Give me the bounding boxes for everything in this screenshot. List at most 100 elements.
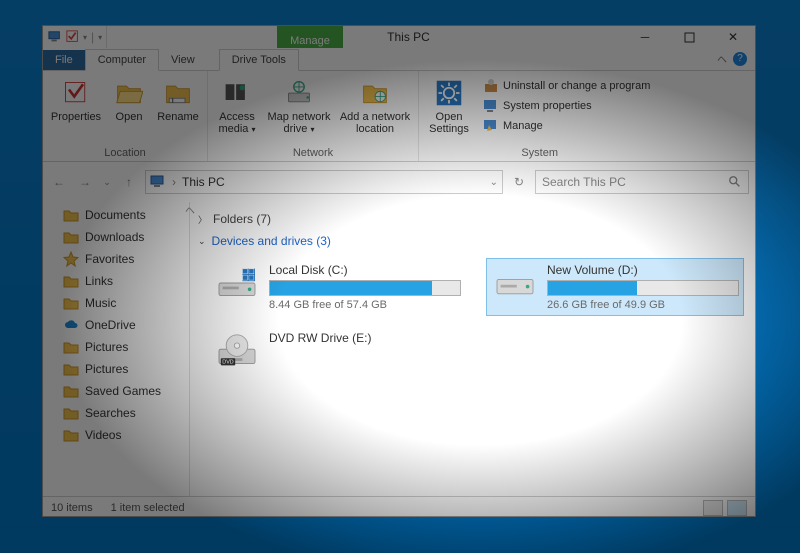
- folder-icon: [63, 361, 79, 377]
- nav-item[interactable]: Pictures: [43, 358, 189, 380]
- tab-drive-tools[interactable]: Drive Tools: [219, 49, 299, 71]
- tab-file[interactable]: File: [43, 50, 85, 70]
- map-drive-button[interactable]: Map network drive ▾: [266, 75, 332, 147]
- refresh-button[interactable]: ↻: [509, 172, 529, 192]
- nav-item[interactable]: Pictures: [43, 336, 189, 358]
- collapse-ribbon-icon[interactable]: ヘ: [717, 51, 727, 66]
- ribbon: Properties Open Rename Location: [43, 71, 755, 162]
- drive-icon: DVD: [213, 331, 261, 371]
- nav-item-label: Favorites: [85, 252, 134, 266]
- status-selected: 1 item selected: [111, 502, 185, 514]
- address-path: This PC: [182, 175, 225, 189]
- help-icon[interactable]: ?: [733, 52, 747, 66]
- media-icon: [221, 77, 253, 109]
- sysprops-label: System properties: [503, 100, 592, 112]
- properties-button[interactable]: Properties: [49, 75, 103, 147]
- star-icon: [63, 251, 79, 267]
- map-drive-label: Map network drive ▾: [266, 111, 332, 135]
- manage-button[interactable]: Manage: [479, 117, 654, 135]
- properties-check-icon[interactable]: [65, 29, 81, 45]
- drive-item[interactable]: DVD DVD RW Drive (E:): [208, 326, 466, 376]
- sysprops-icon: [483, 98, 499, 114]
- open-settings-button[interactable]: Open Settings: [425, 75, 473, 147]
- rename-button[interactable]: Rename: [155, 75, 201, 147]
- contextual-tab-manage: Manage: [277, 26, 343, 49]
- uninstall-button[interactable]: Uninstall or change a program: [479, 77, 654, 95]
- manage-icon: [483, 118, 499, 134]
- nav-up-button[interactable]: ↑: [119, 172, 139, 192]
- quick-access-toolbar: ▾ | ▾: [43, 26, 107, 48]
- folders-section-header[interactable]: 〉 Folders (7): [198, 208, 747, 230]
- status-bar: 10 items 1 item selected: [43, 496, 755, 519]
- capacity-bar: [269, 280, 461, 296]
- add-location-icon: [359, 77, 391, 109]
- nav-back-button[interactable]: ←: [49, 172, 69, 192]
- uninstall-label: Uninstall or change a program: [503, 80, 650, 92]
- drive-name: New Volume (D:): [547, 263, 739, 277]
- open-settings-label: Open Settings: [425, 111, 473, 135]
- devices-section-header[interactable]: ⌄ Devices and drives (3): [198, 230, 747, 252]
- qat-dropdown-icon[interactable]: ▾: [83, 33, 87, 42]
- search-placeholder: Search This PC: [542, 175, 626, 189]
- folder-icon: [63, 339, 79, 355]
- navigation-pane[interactable]: Documents Downloads Favorites LinksMusic One…: [43, 202, 190, 496]
- nav-forward-button[interactable]: →: [75, 172, 95, 192]
- content-pane: ヘ 〉 Folders (7) ⌄ Devices and drives (3)…: [190, 202, 755, 496]
- view-details-button[interactable]: [703, 500, 723, 516]
- drive-icon: [491, 263, 539, 303]
- system-properties-button[interactable]: System properties: [479, 97, 654, 115]
- tab-computer[interactable]: Computer: [85, 49, 159, 71]
- properties-label: Properties: [51, 111, 101, 123]
- nav-item[interactable]: OneDrive: [43, 314, 189, 336]
- nav-item[interactable]: Searches: [43, 402, 189, 424]
- title-bar: ▾ | ▾ Manage This PC ─ ✕: [43, 26, 755, 48]
- tab-view[interactable]: View: [159, 50, 207, 70]
- rename-label: Rename: [157, 111, 199, 123]
- minimize-button[interactable]: ─: [623, 26, 667, 48]
- drive-item[interactable]: Local Disk (C:) 8.44 GB free of 57.4 GB: [208, 258, 466, 316]
- add-location-label: Add a network location: [338, 111, 412, 135]
- nav-item[interactable]: Links: [43, 270, 189, 292]
- folder-icon: [63, 207, 79, 223]
- drive-item[interactable]: New Volume (D:)26.6 GB free of 49.9 GB: [486, 258, 744, 316]
- search-box[interactable]: Search This PC: [535, 170, 749, 194]
- chevron-down-icon: ⌄: [198, 236, 206, 247]
- folder-icon: [63, 427, 79, 443]
- drive-name: Local Disk (C:): [269, 263, 461, 277]
- nav-item[interactable]: Downloads: [43, 226, 189, 248]
- open-label: Open: [116, 111, 143, 123]
- drive-free-space: 8.44 GB free of 57.4 GB: [269, 299, 461, 311]
- rename-icon: [162, 77, 194, 109]
- nav-item[interactable]: Favorites: [43, 248, 189, 270]
- nav-item[interactable]: Documents: [43, 204, 189, 226]
- nav-pane-scroll-up-icon[interactable]: ヘ: [185, 202, 195, 217]
- address-bar[interactable]: › This PC ⌄: [145, 170, 503, 194]
- chevron-right-icon: 〉: [198, 213, 207, 226]
- nav-item[interactable]: Music: [43, 292, 189, 314]
- uninstall-icon: [483, 78, 499, 94]
- nav-item[interactable]: Saved Games: [43, 380, 189, 402]
- add-network-location-button[interactable]: Add a network location: [338, 75, 412, 147]
- manage-label: Manage: [503, 120, 543, 132]
- open-button[interactable]: Open: [109, 75, 149, 147]
- folder-icon: [63, 295, 79, 311]
- drive-name: DVD RW Drive (E:): [269, 331, 461, 345]
- nav-item-label: OneDrive: [85, 318, 136, 332]
- access-media-button[interactable]: Access media ▾: [214, 75, 260, 147]
- ribbon-group-system: Open Settings Uninstall or change a prog…: [419, 71, 660, 161]
- map-drive-icon: [283, 77, 315, 109]
- explorer-window: ▾ | ▾ Manage This PC ─ ✕ File Computer V…: [42, 25, 756, 517]
- qat-customize-icon[interactable]: ▾: [98, 33, 102, 42]
- folder-icon: [63, 229, 79, 245]
- nav-item-label: Downloads: [85, 230, 144, 244]
- nav-item[interactable]: Videos: [43, 424, 189, 446]
- access-media-label: Access media ▾: [214, 111, 260, 135]
- nav-item-label: Pictures: [85, 340, 128, 354]
- maximize-button[interactable]: [667, 26, 711, 48]
- view-tiles-button[interactable]: [727, 500, 747, 516]
- address-dropdown-icon[interactable]: ⌄: [490, 177, 498, 188]
- monitor-icon[interactable]: [47, 29, 63, 45]
- nav-history-dropdown[interactable]: ⌄: [101, 172, 113, 192]
- close-button[interactable]: ✕: [711, 26, 755, 48]
- cloud-icon: [63, 317, 79, 333]
